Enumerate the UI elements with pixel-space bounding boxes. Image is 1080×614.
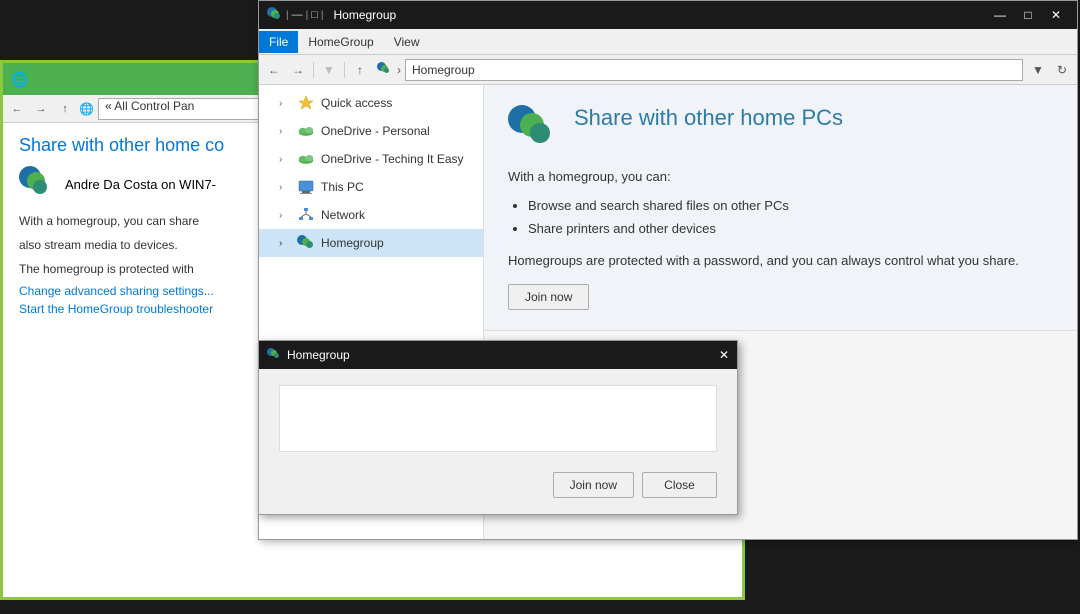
sidebar-label-quick-access: Quick access (321, 96, 475, 110)
nav-separator1 (313, 62, 314, 78)
sidebar-label-homegroup: Homegroup (321, 236, 475, 250)
dialog-close-button[interactable]: ✕ (719, 348, 729, 362)
menubar: File HomeGroup View (259, 29, 1077, 55)
address-dropdown-button[interactable]: ▼ (1027, 59, 1049, 81)
share-panel: Share with other home PCs With a homegro… (484, 85, 1077, 331)
close-button[interactable]: ✕ (1043, 5, 1069, 25)
sidebar-label-onedrive-teching: OneDrive - Teching It Easy (321, 152, 475, 166)
navbar: ← → ▼ ↑ › Homegroup ▼ ↻ (259, 55, 1077, 85)
chevron-icon-6: › (279, 238, 291, 249)
chevron-icon-5: › (279, 210, 291, 221)
share-footer: Homegroups are protected with a password… (508, 253, 1053, 268)
sidebar-label-onedrive-personal: OneDrive - Personal (321, 124, 475, 138)
address-icon (377, 62, 393, 78)
sidebar-item-onedrive-teching[interactable]: › OneDrive - Teching It Easy (259, 145, 483, 173)
address-bar-container: › Homegroup (377, 59, 1023, 81)
maximize-button[interactable]: □ (1015, 5, 1041, 25)
recent-button[interactable]: ▼ (318, 59, 340, 81)
up-button[interactable]: ↑ (349, 59, 371, 81)
sidebar-item-this-pc[interactable]: › This PC (259, 173, 483, 201)
sidebar-item-network[interactable]: › Network (259, 201, 483, 229)
chevron-icon-4: › (279, 182, 291, 193)
share-bullets: Browse and search shared files on other … (528, 194, 1053, 241)
sidebar-item-quick-access[interactable]: › Quick access (259, 89, 483, 117)
dialog-buttons: Join now Close (553, 472, 717, 498)
menu-homegroup[interactable]: HomeGroup (298, 31, 383, 53)
dialog-titlebar: Homegroup ✕ (259, 341, 737, 369)
menu-file[interactable]: File (259, 31, 298, 53)
share-header: Share with other home PCs (508, 105, 1053, 155)
forward-button[interactable]: → (287, 59, 309, 81)
quick-access-icon (297, 94, 315, 112)
titlebar-icons: | — | □ | (267, 7, 323, 23)
dialog-title: Homegroup (287, 348, 350, 362)
join-now-button[interactable]: Join now (508, 284, 589, 310)
titlebar-separator3: | (321, 10, 324, 21)
titlebar-controls: — □ ✕ (987, 5, 1069, 25)
dialog-app-icon (267, 348, 281, 362)
titlebar-app-icon (267, 7, 283, 23)
sidebar-label-this-pc: This PC (321, 180, 475, 194)
share-logo (508, 105, 558, 155)
main-titlebar: | — | □ | Homegroup — □ ✕ (259, 1, 1077, 29)
bg-forward-button[interactable]: → (31, 99, 51, 119)
sidebar-label-network: Network (321, 208, 475, 222)
address-text: Homegroup (412, 63, 475, 77)
titlebar-max-icon: □ (311, 9, 318, 21)
chevron-icon: › (279, 98, 291, 109)
share-bullet-1: Browse and search shared files on other … (528, 194, 1053, 217)
dialog-body: Join now Close (259, 369, 737, 514)
share-text-block: Share with other home PCs (574, 105, 843, 135)
back-button[interactable]: ← (263, 59, 285, 81)
menu-view[interactable]: View (384, 31, 430, 53)
this-pc-icon (297, 178, 315, 196)
chevron-icon-3: › (279, 154, 291, 165)
dialog-content-area (279, 385, 717, 452)
bg-back-button[interactable]: ← (7, 99, 27, 119)
dialog-join-button[interactable]: Join now (553, 472, 634, 498)
titlebar-title: Homegroup (333, 8, 981, 22)
share-bullet-2: Share printers and other devices (528, 217, 1053, 240)
bg-homegroup-user: Andre Da Costa on WIN7- (65, 177, 216, 192)
titlebar-separator1: | (286, 10, 289, 21)
share-subtitle: With a homegroup, you can: (508, 169, 1053, 184)
homegroup-icon (297, 234, 315, 252)
network-icon (297, 206, 315, 224)
bg-up-button[interactable]: ↑ (55, 99, 75, 119)
address-chevron: › (397, 63, 401, 77)
address-bar[interactable]: Homegroup (405, 59, 1023, 81)
refresh-button[interactable]: ↻ (1051, 59, 1073, 81)
titlebar-min-icon: — (292, 9, 303, 21)
titlebar-separator2: | (306, 10, 309, 21)
nav-separator2 (344, 62, 345, 78)
onedrive-personal-icon (297, 122, 315, 140)
dialog-close-btn[interactable]: Close (642, 472, 717, 498)
minimize-button[interactable]: — (987, 5, 1013, 25)
sidebar-item-onedrive-personal[interactable]: › OneDrive - Personal (259, 117, 483, 145)
dialog-window: Homegroup ✕ Join now Close (258, 340, 738, 515)
chevron-icon-2: › (279, 126, 291, 137)
share-title: Share with other home PCs (574, 105, 843, 131)
onedrive-teching-icon (297, 150, 315, 168)
sidebar-item-homegroup[interactable]: › Homegroup (259, 229, 483, 257)
